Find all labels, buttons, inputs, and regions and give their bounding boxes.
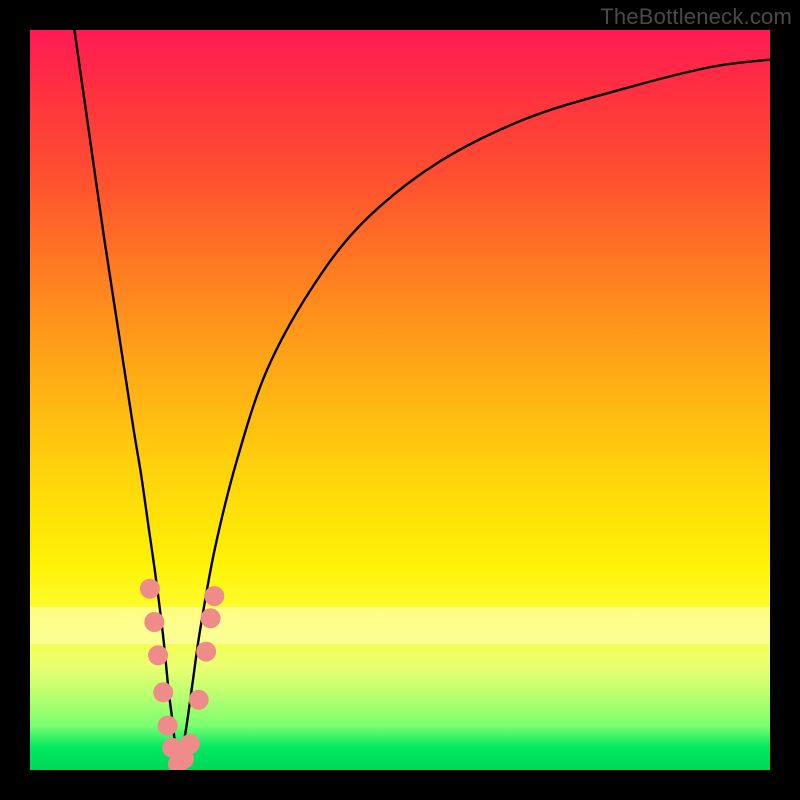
data-marker bbox=[144, 612, 164, 632]
data-marker bbox=[158, 716, 178, 736]
data-marker bbox=[189, 690, 209, 710]
data-marker bbox=[180, 734, 200, 754]
data-marker bbox=[140, 579, 160, 599]
data-marker bbox=[148, 645, 168, 665]
data-marker bbox=[153, 682, 173, 702]
curve-layer bbox=[30, 30, 770, 770]
data-marker bbox=[196, 642, 216, 662]
data-marker bbox=[201, 608, 221, 628]
watermark-text: TheBottleneck.com bbox=[600, 4, 792, 30]
chart-frame: TheBottleneck.com bbox=[0, 0, 800, 800]
marker-group bbox=[140, 579, 224, 770]
data-marker bbox=[204, 586, 224, 606]
curve-right-branch bbox=[178, 60, 770, 770]
plot-area bbox=[30, 30, 770, 770]
